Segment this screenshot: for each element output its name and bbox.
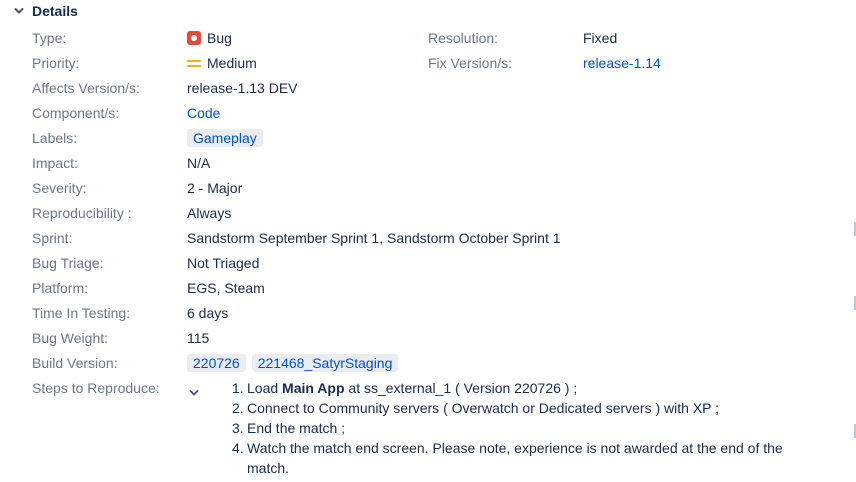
field-row-impact: Impact: N/A [32, 153, 832, 173]
step-text: Load [247, 380, 283, 396]
priority-text: Medium [207, 55, 257, 71]
list-item: 4. Watch the match end screen. Please no… [232, 438, 792, 478]
bug-icon [187, 31, 201, 45]
steps-list[interactable]: 1. Load Main App at ss_external_1 ( Vers… [232, 378, 792, 478]
field-label-type: Type: [32, 30, 67, 46]
field-label-severity: Severity: [32, 180, 87, 196]
field-value-sprint[interactable]: Sandstorm September Sprint 1, Sandstorm … [187, 230, 561, 246]
field-row-build-version: Build Version: 220726 221468_SatyrStagin… [32, 353, 832, 373]
field-label-platform: Platform: [32, 280, 89, 296]
field-row-component: Component/s: Code [32, 103, 832, 123]
chevron-down-icon[interactable] [186, 385, 202, 401]
field-row-type: Type: Bug Resolution: Fixed [32, 28, 832, 48]
list-item: 3. End the match ; [232, 418, 792, 438]
field-value-platform[interactable]: EGS, Steam [187, 280, 265, 296]
step-text: Connect to Community servers ( Overwatch… [247, 400, 720, 416]
step-number: 2. [232, 400, 244, 416]
field-row-bug-triage: Bug Triage: Not Triaged [32, 253, 832, 273]
field-value-component[interactable]: Code [187, 105, 220, 121]
step-text: End the match ; [247, 420, 346, 436]
priority-medium-icon [187, 57, 201, 69]
list-item: 2. Connect to Community servers ( Overwa… [232, 398, 792, 418]
field-value-time-in-testing: 6 days [187, 305, 229, 321]
step-number: 3. [232, 420, 244, 436]
step-number: 4. [232, 440, 244, 456]
step-text: at ss_external_1 ( Version 220726 ) ; [344, 380, 578, 396]
chevron-down-icon[interactable] [11, 3, 27, 19]
field-value-bug-triage[interactable]: Not Triaged [187, 255, 259, 271]
field-value-labels: Gameplay [187, 129, 269, 147]
field-value-reproducibility[interactable]: Always [187, 205, 231, 221]
field-label-component: Component/s: [32, 105, 120, 121]
step-bold-text: Main App [282, 380, 345, 396]
field-row-reproducibility: Reproducibility : Always [32, 203, 832, 223]
field-label-labels: Labels: [32, 130, 78, 146]
field-row-priority: Priority: Medium Fix Version/s: release-… [32, 53, 832, 73]
field-row-bug-weight: Bug Weight: 115 [32, 328, 832, 348]
label-tag[interactable]: Gameplay [187, 129, 263, 147]
field-row-labels: Labels: Gameplay [32, 128, 832, 148]
field-row-time-in-testing: Time In Testing: 6 days [32, 303, 832, 323]
field-value-severity[interactable]: 2 - Major [187, 180, 242, 196]
field-label-priority: Priority: [32, 55, 80, 71]
field-value-impact[interactable]: N/A [187, 155, 210, 171]
field-row-affects-version: Affects Version/s: release-1.13 DEV [32, 78, 832, 98]
list-item: 1. Load Main App at ss_external_1 ( Vers… [232, 378, 792, 398]
field-label-affects-version: Affects Version/s: [32, 80, 140, 96]
type-text: Bug [207, 30, 232, 46]
field-value-type[interactable]: Bug [187, 30, 232, 46]
field-label-reproducibility: Reproducibility : [32, 205, 132, 221]
field-value-build-version: 220726 221468_SatyrStaging [187, 354, 404, 372]
build-version-tag[interactable]: 220726 [187, 354, 246, 372]
step-number: 1. [232, 380, 244, 396]
field-label-bug-triage: Bug Triage: [32, 255, 104, 271]
details-section-header[interactable]: Details [11, 1, 78, 21]
field-row-platform: Platform: EGS, Steam [32, 278, 832, 298]
field-label-impact: Impact: [32, 155, 78, 171]
field-label-sprint: Sprint: [32, 230, 73, 246]
field-label-steps: Steps to Reproduce: [32, 380, 160, 396]
field-value-bug-weight[interactable]: 115 [187, 330, 209, 346]
field-value-fix-version[interactable]: release-1.14 [583, 55, 661, 71]
field-label-resolution: Resolution: [428, 30, 499, 46]
step-text: Watch the match end screen. Please note,… [247, 440, 783, 476]
field-label-time-in-testing: Time In Testing: [32, 305, 131, 321]
section-title[interactable]: Details [32, 3, 78, 19]
field-label-build-version: Build Version: [32, 355, 118, 371]
field-label-fix-version: Fix Version/s: [428, 55, 513, 71]
field-row-severity: Severity: 2 - Major [32, 178, 832, 198]
field-value-resolution[interactable]: Fixed [583, 30, 617, 46]
field-row-sprint: Sprint: Sandstorm September Sprint 1, Sa… [32, 228, 832, 248]
field-value-affects-version[interactable]: release-1.13 DEV [187, 80, 298, 96]
build-version-tag[interactable]: 221468_SatyrStaging [251, 354, 399, 372]
field-label-bug-weight: Bug Weight: [32, 330, 109, 346]
field-value-priority[interactable]: Medium [187, 55, 257, 71]
